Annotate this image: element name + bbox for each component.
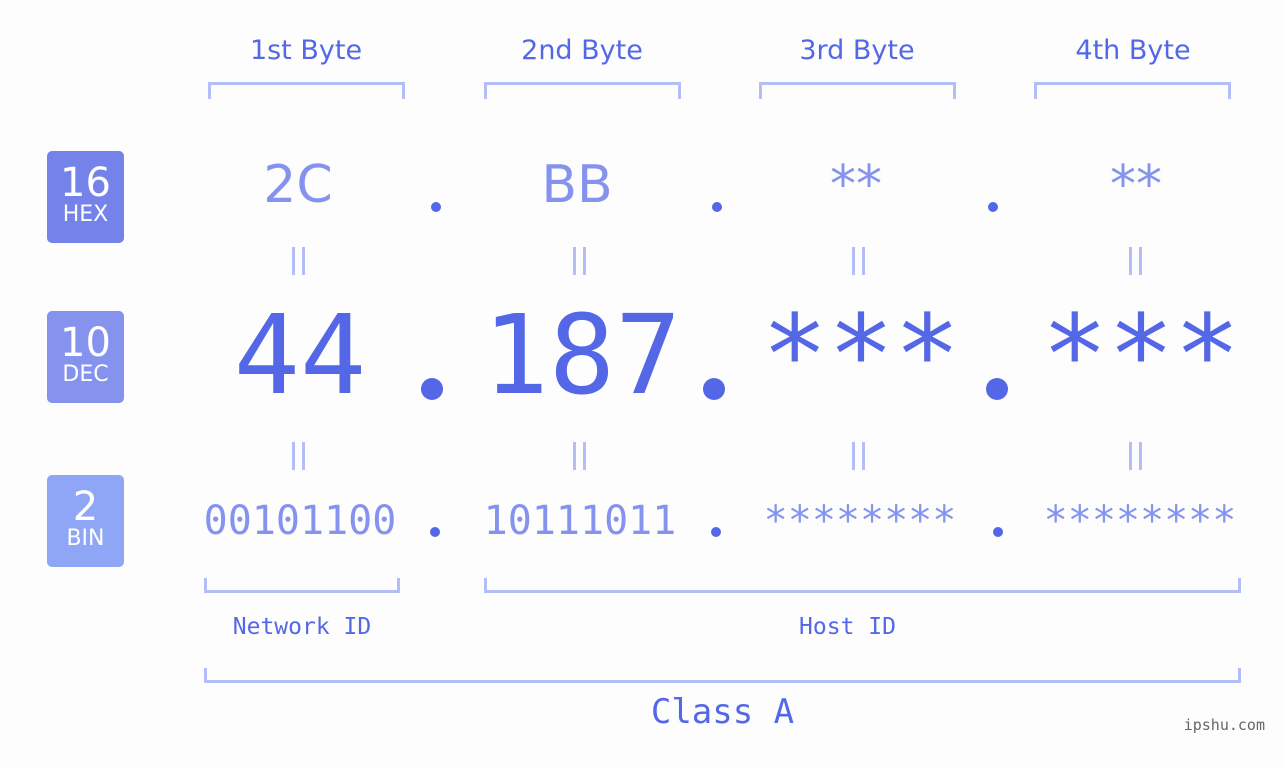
bin-byte-1: 00101100 <box>203 498 397 544</box>
watermark: ipshu.com <box>1183 716 1265 734</box>
class-bracket <box>204 668 1241 683</box>
dec-byte-2: 187 <box>482 291 682 419</box>
dec-byte-1: 44 <box>233 291 367 419</box>
equals-icon <box>292 442 306 470</box>
byte-bracket-1 <box>208 82 405 99</box>
bin-byte-3: ******** <box>763 498 957 544</box>
byte-header-4: 4th Byte <box>1075 35 1191 66</box>
byte-header-2: 2nd Byte <box>521 35 643 66</box>
hex-byte-4: ** <box>1110 155 1162 215</box>
dec-separator-dot <box>986 378 1008 400</box>
dec-byte-3: *** <box>761 291 961 419</box>
hex-badge: 16 HEX <box>47 151 124 243</box>
hex-separator-dot <box>988 202 998 212</box>
hex-base: 16 <box>60 160 111 206</box>
bin-base: 2 <box>72 484 99 530</box>
dec-separator-dot <box>703 378 725 400</box>
class-label: Class A <box>650 692 795 732</box>
byte-bracket-2 <box>484 82 681 99</box>
byte-header-3: 3rd Byte <box>799 35 915 66</box>
host-id-bracket <box>484 578 1241 593</box>
equals-icon <box>852 442 866 470</box>
bin-byte-2: 10111011 <box>483 498 677 544</box>
hex-separator-dot <box>431 202 441 212</box>
byte-bracket-3 <box>759 82 956 99</box>
bin-byte-4: ******** <box>1043 498 1237 544</box>
bin-separator-dot <box>993 527 1003 537</box>
host-id-label: Host ID <box>799 614 896 640</box>
hex-byte-2: BB <box>541 155 613 215</box>
bin-separator-dot <box>430 527 440 537</box>
hex-separator-dot <box>712 202 722 212</box>
byte-header-1: 1st Byte <box>249 35 363 66</box>
hex-byte-3: ** <box>830 155 882 215</box>
equals-icon <box>573 247 587 275</box>
dec-separator-dot <box>421 378 443 400</box>
hex-label: HEX <box>62 202 109 227</box>
bin-badge: 2 BIN <box>47 475 124 567</box>
equals-icon <box>852 247 866 275</box>
network-id-bracket <box>204 578 400 593</box>
equals-icon <box>1129 442 1143 470</box>
equals-icon <box>573 442 587 470</box>
dec-label: DEC <box>62 362 109 387</box>
equals-icon <box>292 247 306 275</box>
hex-byte-1: 2C <box>263 155 333 215</box>
dec-byte-4: *** <box>1041 291 1241 419</box>
bin-label: BIN <box>66 526 105 551</box>
dec-badge: 10 DEC <box>47 311 124 403</box>
byte-bracket-4 <box>1034 82 1231 99</box>
bin-separator-dot <box>711 527 721 537</box>
equals-icon <box>1129 247 1143 275</box>
network-id-label: Network ID <box>232 614 372 640</box>
dec-base: 10 <box>60 320 111 366</box>
